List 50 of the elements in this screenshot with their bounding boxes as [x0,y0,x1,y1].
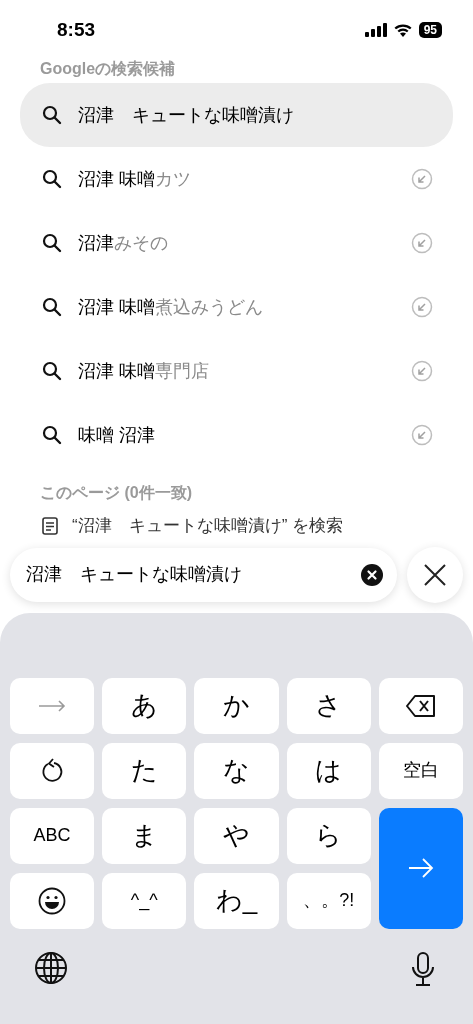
key[interactable]: さ [286,677,371,734]
search-icon [42,233,62,253]
search-icon [42,297,62,317]
close-button[interactable] [407,546,463,603]
search-icon [42,105,62,125]
backspace-key[interactable] [378,677,463,734]
section-header: このページ (0件一致) [40,484,192,501]
battery-indicator: 95 [418,22,442,38]
suggestion-text: 沼津 味噌煮込みうどん [78,295,264,319]
key[interactable]: や [194,807,279,864]
arrow-icon [38,699,67,712]
suggestion-text: 沼津 キュートな味噌漬け [78,103,295,127]
smiley-icon [38,886,67,915]
key[interactable]: わ_ [194,872,279,929]
key[interactable]: 、。?! [286,872,371,929]
key[interactable]: ^_^ [102,872,187,929]
key[interactable]: あ [102,677,187,734]
search-field[interactable]: 沼津 キュートな味噌漬け [10,547,397,602]
go-key[interactable] [378,807,463,929]
key[interactable]: ABC [10,807,95,864]
suggestion-text: 沼津 味噌専門店 [78,359,210,383]
emoji-key[interactable] [10,872,95,929]
key[interactable]: 空白 [378,742,463,799]
key[interactable]: た [102,742,187,799]
signal-icon [364,23,387,37]
undo-key[interactable] [10,742,95,799]
suggestion-text: 味噌 沼津 [78,423,156,447]
microphone-icon[interactable] [411,950,435,987]
key[interactable]: か [194,677,279,734]
arrow-icon [406,857,435,879]
status-time: 8:53 [56,17,96,42]
document-icon [42,516,58,535]
undo-icon [40,757,65,784]
backspace-icon [405,693,436,718]
search-icon [42,425,62,445]
wifi-icon [392,23,413,37]
suggestion-text: 沼津 味噌カツ [78,167,192,191]
suggestion-item[interactable]: 沼津 キュートな味噌漬け [20,83,453,147]
close-icon [424,563,446,586]
clear-icon[interactable] [361,563,383,586]
globe-icon[interactable] [34,950,68,985]
key[interactable]: ら [286,807,371,864]
find-in-page-text[interactable]: “沼津 キュートな味噌漬け” を検索 [72,513,344,539]
key[interactable]: な [194,742,279,799]
key[interactable]: ま [102,807,187,864]
suggestion-text: 沼津みその [78,231,169,255]
section-header: Googleの検索候補 [40,59,176,79]
search-icon [42,361,62,381]
search-icon [42,169,62,189]
key[interactable]: は [286,742,371,799]
